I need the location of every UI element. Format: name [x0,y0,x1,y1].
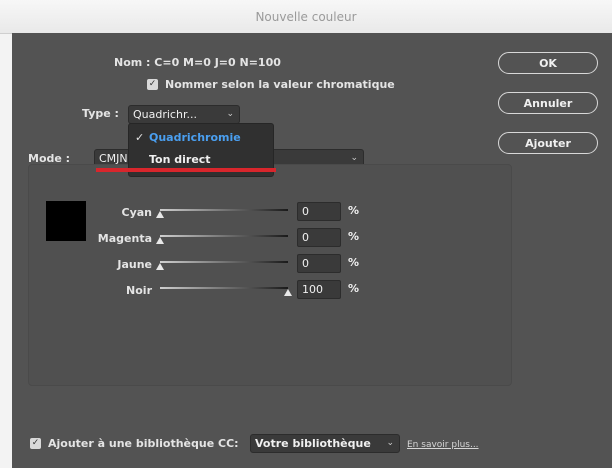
name-by-value-label: Nommer selon la valeur chromatique [165,78,395,91]
ok-button[interactable]: OK [498,52,598,74]
slider-track[interactable] [160,209,288,211]
color-preview-swatch [46,201,86,241]
slider-value-field[interactable]: 0 [297,202,341,221]
type-label: Type : [82,107,119,120]
menu-item-label: Quadrichromie [149,131,241,144]
add-to-library-label: Ajouter à une bibliothèque CC: [48,437,239,450]
slider-thumb[interactable] [156,237,164,244]
title-bar: Nouvelle couleur [0,0,612,34]
slider-track[interactable] [160,287,288,289]
library-dropdown[interactable]: Votre bibliothèque ⌄ [250,434,400,453]
slider-thumb[interactable] [156,211,164,218]
percent-unit: % [348,256,360,269]
color-values-panel [28,164,512,386]
new-color-dialog: Nom : C=0 M=0 J=0 N=100 ✓ Nommer selon l… [12,33,612,468]
slider-value-field[interactable]: 0 [297,228,341,247]
chevron-down-icon: ⌄ [386,438,394,448]
slider-label: Noir [126,284,152,297]
cancel-button[interactable]: Annuler [498,92,598,114]
library-dropdown-value: Votre bibliothèque [255,437,371,450]
learn-more-link[interactable]: En savoir plus... [407,440,479,450]
percent-unit: % [348,282,360,295]
chevron-down-icon: ⌄ [226,109,234,119]
slider-track[interactable] [160,235,288,237]
slider-label: Cyan [121,206,153,219]
slider-label: Jaune [117,258,152,271]
slider-thumb[interactable] [156,263,164,270]
percent-unit: % [348,230,360,243]
type-dropdown-value: Quadrichr... [133,108,197,121]
slider-thumb[interactable] [284,289,292,296]
color-name-label: Nom : C=0 M=0 J=0 N=100 [114,56,281,69]
type-dropdown[interactable]: Quadrichr... ⌄ [128,105,240,124]
add-to-library-checkbox[interactable]: ✓ [30,438,41,449]
add-button[interactable]: Ajouter [498,132,598,154]
window-title: Nouvelle couleur [255,10,357,24]
slider-label: Magenta [97,232,152,245]
type-menu-item-quadrichromie[interactable]: ✓ Quadrichromie [129,127,273,149]
name-by-value-checkbox[interactable]: ✓ [147,79,158,90]
percent-unit: % [348,204,360,217]
checkmark-icon: ✓ [135,131,145,144]
slider-value-field[interactable]: 0 [297,254,341,273]
red-annotation-underline [96,168,276,172]
slider-value-field[interactable]: 100 [297,280,341,299]
slider-track[interactable] [160,261,288,263]
